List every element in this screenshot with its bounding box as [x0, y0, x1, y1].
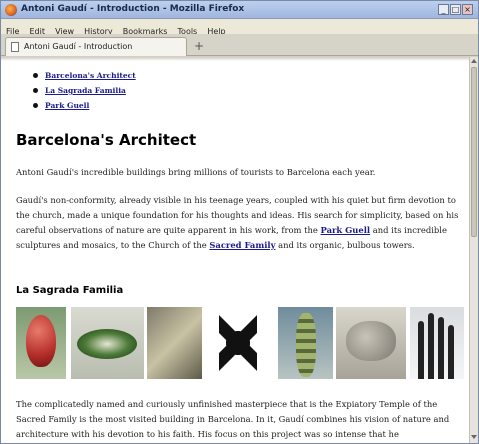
scroll-up-icon[interactable]	[471, 59, 477, 63]
pinnacle-shape	[296, 313, 316, 377]
tab-bar: Antoni Gaudí - Introduction +	[1, 34, 478, 56]
menu-bar: File Edit View History Bookmarks Tools H…	[1, 19, 478, 36]
photo-star-sculpture	[205, 307, 271, 379]
content-top-edge	[1, 57, 469, 61]
nav-link-park-guell[interactable]: Park Guell	[45, 101, 89, 110]
photo-strip	[16, 307, 464, 381]
photo-leaf-sculpture	[71, 307, 144, 379]
park-guell-link[interactable]: Park Guell	[321, 225, 371, 235]
window-title: Antoni Gaudí - Introduction - Mozilla Fi…	[21, 4, 245, 14]
title-bar[interactable]: Antoni Gaudí - Introduction - Mozilla Fi…	[1, 1, 478, 19]
spire-shape	[428, 313, 434, 379]
spire-shape	[438, 317, 444, 379]
maximize-button[interactable]: □	[450, 4, 461, 15]
photo-red-fruit-sculpture	[16, 307, 66, 379]
spire-shape	[448, 325, 454, 379]
list-item: Barcelona's Architect	[31, 71, 136, 86]
photo-stone-figure	[336, 307, 406, 379]
browser-window: Antoni Gaudí - Introduction - Mozilla Fi…	[0, 0, 479, 444]
fruit-shape	[26, 315, 56, 367]
minimize-button[interactable]: _	[438, 4, 449, 15]
list-item: La Sagrada Familia	[31, 86, 136, 101]
photo-cathedral-spires	[410, 307, 464, 379]
close-button[interactable]: ×	[462, 4, 473, 15]
star-shape	[219, 315, 257, 371]
section-nav-list: Barcelona's Architect La Sagrada Familia…	[31, 71, 136, 116]
list-item: Park Guell	[31, 101, 136, 116]
description-paragraph: Gaudí's non-conformity, already visible …	[16, 193, 464, 253]
firefox-icon	[5, 4, 17, 16]
sacred-family-link[interactable]: Sacred Family	[209, 240, 275, 250]
page-icon	[11, 42, 19, 52]
spire-shape	[418, 321, 424, 379]
paragraph-text: and its organic, bulbous towers.	[275, 240, 415, 250]
nav-link-barcelonas-architect[interactable]: Barcelona's Architect	[45, 71, 136, 80]
vertical-scrollbar[interactable]	[469, 57, 478, 443]
scrollbar-thumb[interactable]	[471, 67, 477, 237]
section-heading-sagrada-familia: La Sagrada Familia	[16, 285, 124, 296]
new-tab-button[interactable]: +	[190, 39, 208, 54]
sagrada-familia-paragraph: The complicatedly named and curiously un…	[16, 399, 450, 439]
leaf-shape	[77, 329, 137, 359]
intro-paragraph: Antoni Gaudí's incredible buildings brin…	[16, 167, 376, 177]
page-content: Barcelona's Architect La Sagrada Familia…	[1, 57, 469, 443]
page-heading: Barcelona's Architect	[16, 131, 197, 149]
tab-gaudi-introduction[interactable]: Antoni Gaudí - Introduction	[5, 37, 187, 56]
photo-fruit-pinnacle	[278, 307, 333, 379]
photo-column-detail	[147, 307, 202, 379]
stone-shape	[346, 321, 396, 361]
scroll-down-icon[interactable]	[471, 435, 477, 439]
tab-label: Antoni Gaudí - Introduction	[24, 42, 133, 51]
nav-link-la-sagrada-familia[interactable]: La Sagrada Familia	[45, 86, 126, 95]
